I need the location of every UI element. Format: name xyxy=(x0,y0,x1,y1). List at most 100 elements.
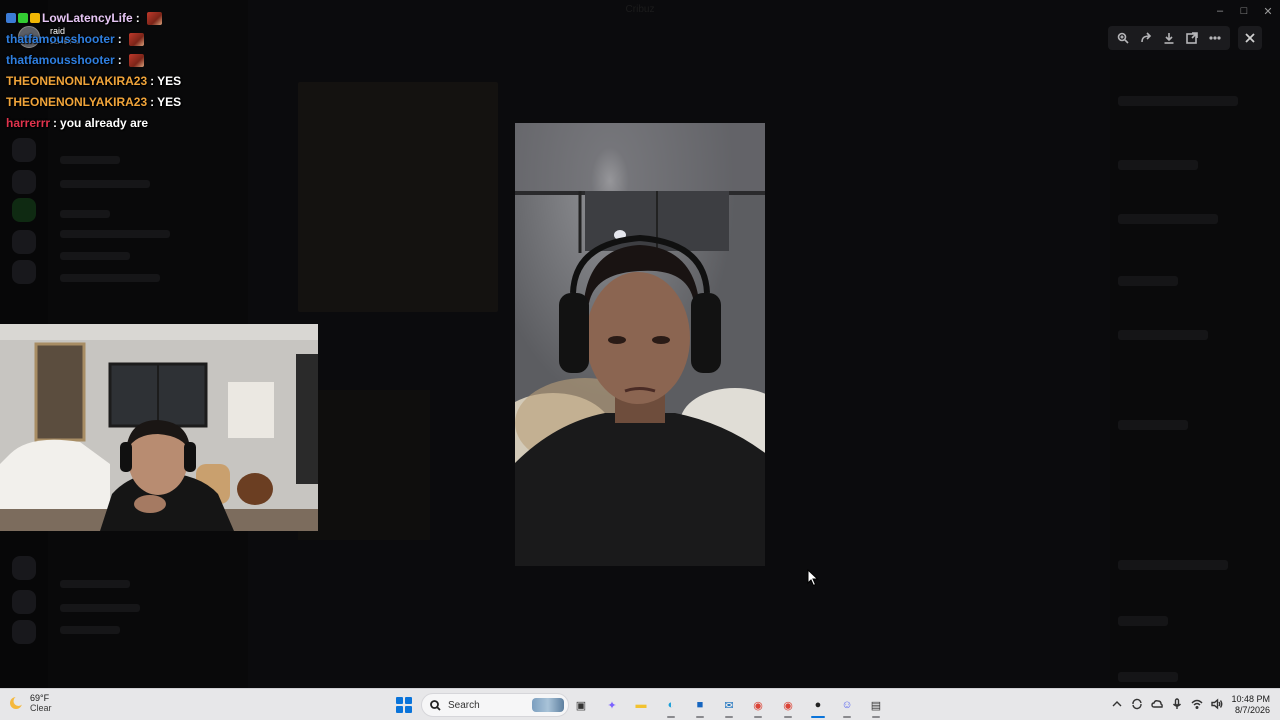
obs-icon[interactable]: ● xyxy=(808,695,828,715)
member-list xyxy=(1110,60,1280,688)
chat-username[interactable]: THEONENONLYAKIRA23 xyxy=(6,95,147,109)
forward-icon[interactable] xyxy=(1138,30,1154,46)
chat-emote-icon xyxy=(146,11,162,25)
start-button[interactable] xyxy=(396,697,412,713)
channel-item xyxy=(60,180,150,188)
weather-condition: Clear xyxy=(30,703,52,713)
search-placeholder: Search xyxy=(448,699,480,711)
chat-message: thatfamousshooter: xyxy=(6,32,144,46)
server-icon xyxy=(12,138,36,162)
image-viewer-toolbar xyxy=(1108,26,1230,50)
close-icon xyxy=(1245,33,1255,43)
wifi-icon[interactable] xyxy=(1190,697,1204,711)
chat-badge-icon xyxy=(6,13,16,23)
clock-time: 10:48 PM xyxy=(1231,694,1270,704)
more-icon[interactable] xyxy=(1207,30,1223,46)
running-indicator xyxy=(872,716,880,718)
file-explorer-icon[interactable]: ▬ xyxy=(631,695,651,715)
channel-item xyxy=(60,580,130,588)
search-icon xyxy=(430,699,441,711)
copilot-icon[interactable]: ✦ xyxy=(602,695,622,715)
running-indicator xyxy=(811,716,825,718)
task-view-icon[interactable]: ▣ xyxy=(571,695,591,715)
moon-cloud-icon xyxy=(10,696,24,709)
chat-separator: : xyxy=(117,53,122,67)
server-icon xyxy=(12,590,36,614)
member-item xyxy=(1118,276,1178,286)
store-icon[interactable]: ■ xyxy=(690,695,710,715)
outlook-icon[interactable]: ✉ xyxy=(719,695,739,715)
channel-item xyxy=(60,156,120,164)
edge-icon[interactable]: ◐ xyxy=(661,695,681,715)
chat-username[interactable]: thatfamousshooter xyxy=(6,32,115,46)
chat-message: THEONENONLYAKIRA23: YES xyxy=(6,95,181,109)
channel-item xyxy=(60,604,140,612)
open-external-icon[interactable] xyxy=(1184,30,1200,46)
viewed-image[interactable] xyxy=(515,123,765,566)
member-item xyxy=(1118,330,1208,340)
chat-message: THEONENONLYAKIRA23: YES xyxy=(6,74,181,88)
member-item xyxy=(1118,96,1238,106)
taskbar-clock[interactable]: 10:48 PM 8/7/2026 xyxy=(1226,694,1270,716)
clock-date: 8/7/2026 xyxy=(1234,705,1270,715)
sync-icon[interactable] xyxy=(1130,697,1144,711)
server-icon xyxy=(12,620,36,644)
server-icon xyxy=(12,170,36,194)
server-icon xyxy=(12,260,36,284)
maximize-icon[interactable]: □ xyxy=(1232,0,1256,22)
chat-username[interactable]: harrerrr xyxy=(6,116,50,130)
channel-item xyxy=(60,230,170,238)
chat-message: LowLatencyLife: xyxy=(6,11,162,25)
search-highlight-image xyxy=(532,698,564,712)
mouse-cursor-icon xyxy=(807,569,819,587)
chat-username[interactable]: THEONENONLYAKIRA23 xyxy=(6,74,147,88)
chat-separator: : xyxy=(53,116,58,130)
chat-emote-icon xyxy=(128,53,144,67)
running-indicator xyxy=(696,716,704,718)
member-item xyxy=(1118,420,1188,430)
chat-badge-icon xyxy=(18,13,28,23)
channel-item xyxy=(60,274,160,282)
chat-separator: : xyxy=(135,11,140,25)
chat-separator: : xyxy=(150,95,155,109)
webcam-overlay xyxy=(0,324,318,531)
minimize-icon[interactable]: – xyxy=(1208,0,1232,22)
webcam-feed xyxy=(0,324,318,531)
server-icon xyxy=(12,556,36,580)
member-item xyxy=(1118,214,1218,224)
chat-separator: : xyxy=(117,32,122,46)
download-icon[interactable] xyxy=(1161,30,1177,46)
chat-text: YES xyxy=(157,95,182,109)
running-indicator xyxy=(784,716,792,718)
taskbar: 69°F Clear Search ▣ ✦ ▬ ◐ ■ ✉ ◉ ◉ ● ☺ ▤ 10:48 PM 8… xyxy=(0,688,1280,720)
close-icon[interactable]: ✕ xyxy=(1256,0,1280,22)
member-item xyxy=(1118,160,1198,170)
chat-username[interactable]: LowLatencyLife xyxy=(42,11,133,25)
chat-username[interactable]: thatfamousshooter xyxy=(6,53,115,67)
running-indicator xyxy=(843,716,851,718)
weather-widget[interactable]: 69°F Clear xyxy=(8,693,52,713)
discord-icon[interactable]: ☺ xyxy=(837,695,857,715)
chevron-up-icon[interactable] xyxy=(1110,697,1124,711)
background-message-image xyxy=(298,82,498,312)
notes-icon[interactable]: ▤ xyxy=(866,695,886,715)
mic-icon[interactable] xyxy=(1170,697,1184,711)
viewer-close-button[interactable] xyxy=(1238,26,1262,50)
server-icon xyxy=(12,198,36,222)
chrome-icon[interactable]: ◉ xyxy=(748,695,768,715)
chat-text: YES xyxy=(157,74,182,88)
portrait-photo xyxy=(515,123,765,566)
chat-separator: : xyxy=(150,74,155,88)
zoom-icon[interactable] xyxy=(1115,30,1131,46)
chat-text: you already are xyxy=(60,116,149,130)
taskbar-search[interactable]: Search xyxy=(421,693,569,717)
window-controls: – □ ✕ xyxy=(1208,0,1280,22)
channel-item xyxy=(60,252,130,260)
chrome-profile-icon[interactable]: ◉ xyxy=(778,695,798,715)
cloud-icon[interactable] xyxy=(1150,697,1164,711)
member-item xyxy=(1118,672,1178,682)
volume-icon[interactable] xyxy=(1210,697,1224,711)
channel-item xyxy=(60,210,110,218)
channel-item xyxy=(60,626,120,634)
system-tray xyxy=(1110,697,1224,711)
